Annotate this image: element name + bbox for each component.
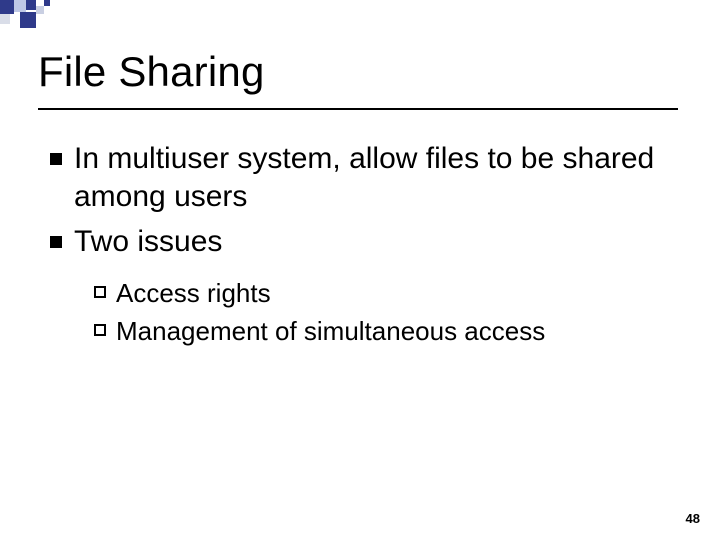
title-underline: [38, 108, 678, 110]
slide-title: File Sharing: [38, 48, 265, 96]
deco-square: [14, 0, 26, 12]
sub-bullet-item: Management of simultaneous access: [94, 315, 670, 349]
slide: File Sharing In multiuser system, allow …: [0, 0, 720, 540]
bullet-item: Two issues: [50, 223, 670, 261]
deco-square: [36, 6, 44, 14]
square-bullet-icon: [50, 153, 62, 165]
hollow-square-bullet-icon: [94, 286, 106, 298]
corner-decoration: [0, 0, 160, 30]
sub-bullet-text: Access rights: [116, 277, 271, 311]
deco-square: [44, 0, 50, 6]
square-bullet-icon: [50, 236, 62, 248]
deco-square: [20, 12, 36, 28]
deco-square: [26, 0, 36, 10]
slide-content: In multiuser system, allow files to be s…: [50, 140, 670, 353]
deco-square: [0, 14, 10, 24]
page-number: 48: [686, 511, 700, 526]
bullet-item: In multiuser system, allow files to be s…: [50, 140, 670, 217]
sub-bullet-item: Access rights: [94, 277, 670, 311]
deco-square: [0, 0, 14, 14]
sub-bullet-group: Access rights Management of simultaneous…: [94, 277, 670, 349]
hollow-square-bullet-icon: [94, 324, 106, 336]
bullet-text: Two issues: [74, 223, 222, 261]
sub-bullet-text: Management of simultaneous access: [116, 315, 545, 349]
bullet-text: In multiuser system, allow files to be s…: [74, 140, 670, 217]
